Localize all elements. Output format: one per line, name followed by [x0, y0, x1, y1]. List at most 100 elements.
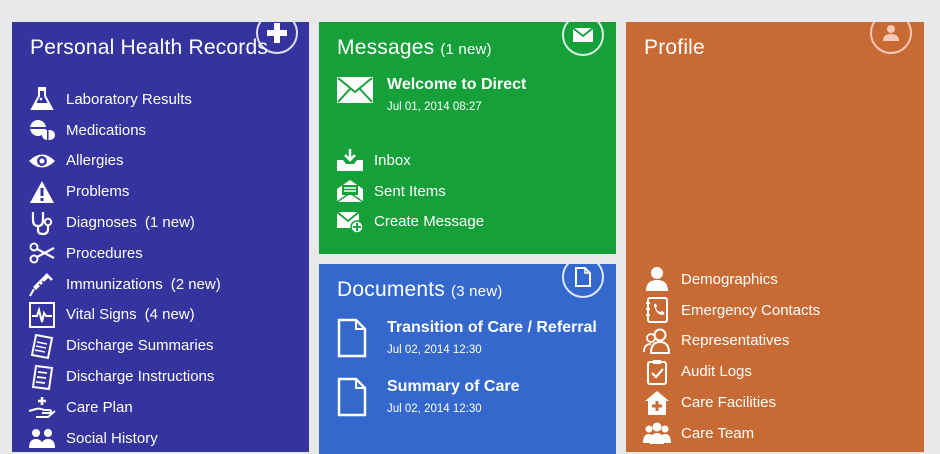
new-count-badge: (4 new) [144, 306, 195, 324]
warning-icon [27, 179, 57, 205]
document-title: Transition of Care / Referral [387, 319, 597, 336]
profile-item-emergency-contacts[interactable]: Emergency Contacts [642, 295, 820, 326]
plus-icon [267, 23, 287, 43]
profile-item-label: Care Facilities [681, 394, 777, 412]
file-icon [575, 267, 591, 287]
phr-item-allergies[interactable]: Allergies [27, 146, 221, 177]
user-icon [883, 25, 899, 41]
message-subject: Welcome to Direct [387, 76, 527, 93]
document-date: Jul 02, 2014 12:30 [387, 344, 482, 356]
phr-item-label: Care Plan [66, 398, 133, 416]
document-date: Jul 02, 2014 12:30 [387, 403, 482, 415]
profile-button[interactable] [870, 22, 912, 54]
phr-item-problems[interactable]: Problems [27, 176, 221, 207]
messages-action-label: Create Message [374, 213, 485, 231]
file-icon [337, 318, 369, 360]
syringe-icon [27, 271, 57, 297]
profile-item-audit-logs[interactable]: Audit Logs [642, 356, 820, 387]
phr-item-label: Diagnoses [66, 214, 137, 232]
phr-item-label: Allergies [66, 152, 124, 170]
care-hand-icon [27, 394, 57, 420]
clipboard-check-icon [642, 359, 672, 385]
documents-new-count: (3 new) [451, 283, 503, 300]
profile-item-representatives[interactable]: Representatives [642, 326, 820, 357]
phr-item-label: Laboratory Results [66, 90, 192, 108]
phr-item-label: Discharge Summaries [66, 337, 214, 355]
phr-item-procedures[interactable]: Procedures [27, 238, 221, 269]
heartbeat-monitor-icon [27, 301, 57, 328]
messages-button[interactable] [562, 22, 604, 56]
phone-book-icon [642, 297, 672, 324]
phr-item-label: Vital Signs [66, 306, 137, 324]
profile-item-label: Emergency Contacts [681, 301, 821, 319]
phr-item-care-plan[interactable]: Care Plan [27, 392, 221, 423]
hospital-icon [642, 390, 672, 416]
profile-item-demographics[interactable]: Demographics [642, 264, 820, 295]
latest-message[interactable]: Welcome to Direct Jul 01, 2014 08:27 [337, 74, 526, 113]
compose-mail-icon [335, 209, 365, 235]
envelope-icon [572, 27, 594, 42]
phr-item-discharge-summaries[interactable]: Discharge Summaries [27, 330, 221, 361]
profile-item-care-team[interactable]: Care Team [642, 418, 820, 449]
profile-item-label: Care Team [681, 424, 755, 442]
messages-actions: Inbox Sent Items Create Message [335, 145, 484, 237]
new-count-badge: (1 new) [144, 214, 195, 232]
phr-item-label: Procedures [66, 244, 143, 262]
documents-button[interactable] [562, 264, 604, 298]
documents-tile: Documents (3 new) Transition of Care / Re… [319, 264, 616, 454]
phr-title: Personal Health Records [30, 36, 269, 59]
new-count-badge: (2 new) [170, 275, 221, 293]
phr-item-label: Problems [66, 183, 130, 201]
phr-item-laboratory-results[interactable]: Laboratory Results [27, 84, 221, 115]
profile-item-care-facilities[interactable]: Care Facilities [642, 387, 820, 418]
phr-item-label: Immunizations [66, 275, 163, 293]
sent-mail-icon [335, 178, 365, 204]
profile-tile: Profile Demographics Emergency Contacts … [626, 22, 924, 452]
messages-title: Messages (1 new) [337, 36, 492, 60]
phr-item-medications[interactable]: Medications [27, 115, 221, 146]
people-icon [27, 425, 57, 451]
messages-sent-items[interactable]: Sent Items [335, 176, 484, 207]
users-icon [642, 328, 672, 354]
flask-icon [27, 86, 57, 112]
messages-tile: Messages (1 new) Welcome to Direct Jul 01… [319, 22, 616, 254]
group-icon [642, 420, 672, 446]
documents-title: Documents (3 new) [337, 278, 502, 302]
checklist-icon [27, 364, 57, 390]
phr-item-discharge-instructions[interactable]: Discharge Instructions [27, 361, 221, 392]
phr-tile: Personal Health Records Laboratory Resul… [12, 22, 309, 452]
profile-title: Profile [644, 36, 705, 59]
scissors-icon [27, 240, 57, 266]
phr-item-diagnoses[interactable]: Diagnoses (1 new) [27, 207, 221, 238]
messages-action-label: Sent Items [374, 182, 446, 200]
document-stack-icon [27, 333, 57, 359]
profile-list: Demographics Emergency Contacts Represen… [642, 264, 820, 449]
phr-item-label: Medications [66, 121, 147, 139]
document-item[interactable]: Summary of Care Jul 02, 2014 12:30 [337, 375, 520, 419]
messages-title-text: Messages [337, 36, 435, 59]
profile-item-label: Demographics [681, 270, 778, 288]
stethoscope-icon [27, 210, 57, 236]
envelope-icon [337, 77, 375, 107]
profile-item-label: Audit Logs [681, 363, 752, 381]
messages-new-count: (1 new) [440, 41, 492, 58]
phr-item-label: Social History [66, 429, 158, 447]
documents-title-text: Documents [337, 278, 446, 301]
phr-item-label: Discharge Instructions [66, 368, 215, 386]
file-icon [337, 377, 369, 419]
eye-icon [27, 148, 57, 174]
document-title: Summary of Care [387, 378, 520, 395]
person-icon [642, 266, 672, 292]
document-item[interactable]: Transition of Care / Referral Jul 02, 20… [337, 316, 597, 360]
phr-item-social-history[interactable]: Social History [27, 423, 221, 452]
message-date: Jul 01, 2014 08:27 [387, 101, 482, 113]
messages-create-message[interactable]: Create Message [335, 207, 484, 238]
profile-item-label: Representatives [681, 332, 790, 350]
messages-action-label: Inbox [374, 151, 411, 169]
phr-item-immunizations[interactable]: Immunizations (2 new) [27, 269, 221, 300]
pills-icon [27, 117, 57, 143]
phr-list: Laboratory Results Medications Allergies… [27, 84, 221, 452]
messages-inbox[interactable]: Inbox [335, 145, 484, 176]
inbox-icon [335, 147, 365, 173]
phr-item-vital-signs[interactable]: Vital Signs (4 new) [27, 300, 221, 331]
